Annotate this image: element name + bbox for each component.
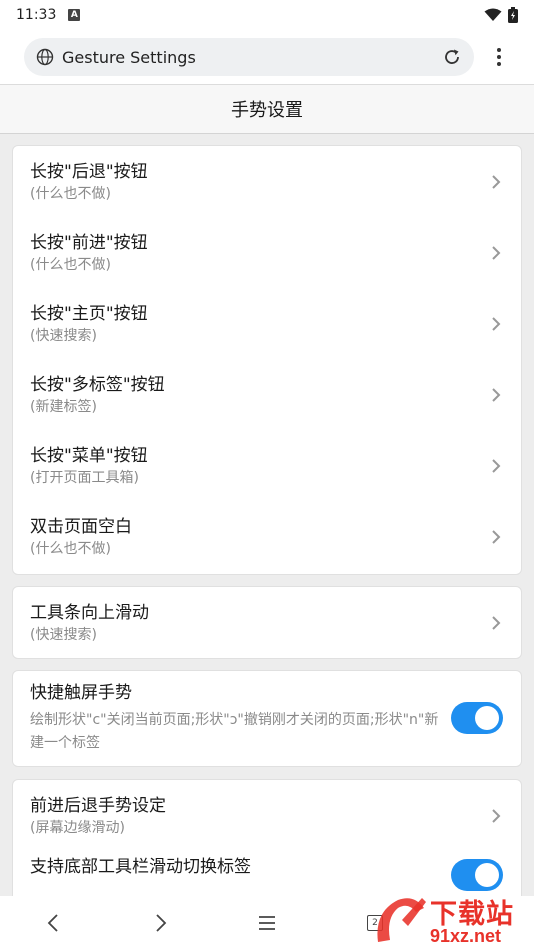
quick-gesture-card: 快捷触屏手势 绘制形状"c"关闭当前页面;形状"ɔ"撤销刚才关闭的页面;形状"n… bbox=[12, 670, 522, 767]
setting-label: 前进后退手势设定 bbox=[30, 795, 166, 816]
chevron-right-icon bbox=[156, 914, 167, 932]
url-bar[interactable]: Gesture Settings bbox=[24, 38, 474, 76]
svg-text:91: 91 bbox=[390, 922, 410, 942]
wifi-icon bbox=[484, 8, 502, 21]
setting-label: 快捷触屏手势 bbox=[30, 683, 132, 703]
address-area: Gesture Settings bbox=[0, 30, 534, 84]
setting-label: 长按"菜单"按钮 bbox=[30, 445, 148, 466]
toolbar-swipe-card: 工具条向上滑动 (快速搜索) bbox=[12, 586, 522, 659]
chevron-right-icon bbox=[492, 529, 501, 544]
status-bar: 11:33 A bbox=[0, 0, 534, 30]
setting-label: 长按"后退"按钮 bbox=[30, 161, 148, 182]
setting-label: 双击页面空白 bbox=[30, 516, 132, 537]
nav-back-button[interactable] bbox=[38, 908, 68, 938]
setting-quick-touch-gesture[interactable]: 快捷触屏手势 绘制形状"c"关闭当前页面;形状"ɔ"撤销刚才关闭的页面;形状"n… bbox=[13, 671, 521, 765]
page-url-title: Gesture Settings bbox=[62, 47, 196, 67]
watermark-text-bottom: 91xz.net bbox=[430, 926, 502, 946]
setting-label: 长按"前进"按钮 bbox=[30, 232, 148, 253]
chevron-left-icon bbox=[47, 914, 58, 932]
watermark-91-logo: 91 bbox=[377, 898, 426, 942]
setting-long-press-home[interactable]: 长按"主页"按钮 (快速搜索) bbox=[13, 288, 521, 359]
setting-long-press-menu[interactable]: 长按"菜单"按钮 (打开页面工具箱) bbox=[13, 430, 521, 501]
setting-value: (打开页面工具箱) bbox=[30, 469, 139, 486]
long-press-settings-card: 长按"后退"按钮 (什么也不做) 长按"前进"按钮 (什么也不做) 长按"主页"… bbox=[12, 145, 522, 575]
setting-double-tap-blank[interactable]: 双击页面空白 (什么也不做) bbox=[13, 501, 521, 572]
chevron-right-icon bbox=[492, 458, 501, 473]
setting-toolbar-swipe-up[interactable]: 工具条向上滑动 (快速搜索) bbox=[13, 587, 521, 658]
notification-a-icon: A bbox=[68, 9, 81, 21]
watermark-logo: 91 下载站 91xz.net bbox=[364, 890, 534, 950]
page-title: 手势设置 bbox=[231, 100, 303, 121]
chevron-right-icon bbox=[492, 615, 501, 630]
bottom-toolbar-swipe-toggle[interactable] bbox=[451, 859, 503, 891]
chevron-right-icon bbox=[492, 387, 501, 402]
setting-label: 长按"主页"按钮 bbox=[30, 303, 148, 324]
overflow-menu-icon[interactable] bbox=[487, 42, 511, 72]
setting-label: 支持底部工具栏滑动切换标签 bbox=[30, 857, 251, 877]
hamburger-icon bbox=[259, 916, 275, 930]
setting-label: 工具条向上滑动 bbox=[30, 602, 149, 623]
setting-forward-back-gesture[interactable]: 前进后退手势设定 (屏幕边缘滑动) bbox=[13, 780, 521, 851]
chevron-right-icon bbox=[492, 245, 501, 260]
chevron-right-icon bbox=[492, 808, 501, 823]
setting-long-press-back[interactable]: 长按"后退"按钮 (什么也不做) bbox=[13, 146, 521, 217]
setting-long-press-forward[interactable]: 长按"前进"按钮 (什么也不做) bbox=[13, 217, 521, 288]
chevron-right-icon bbox=[492, 174, 501, 189]
quick-gesture-toggle[interactable] bbox=[451, 702, 503, 734]
setting-label: 长按"多标签"按钮 bbox=[30, 374, 165, 395]
setting-value: (什么也不做) bbox=[30, 256, 111, 273]
reload-icon[interactable] bbox=[442, 47, 462, 67]
status-time: 11:33 bbox=[16, 7, 57, 23]
page-title-bar: 手势设置 bbox=[0, 84, 534, 134]
setting-value: (什么也不做) bbox=[30, 185, 111, 202]
globe-icon bbox=[36, 48, 54, 66]
setting-value: (快速搜索) bbox=[30, 327, 97, 344]
setting-long-press-tabs[interactable]: 长按"多标签"按钮 (新建标签) bbox=[13, 359, 521, 430]
battery-icon bbox=[508, 7, 518, 23]
chevron-right-icon bbox=[492, 316, 501, 331]
nav-menu-button[interactable] bbox=[252, 908, 282, 938]
setting-value: (快速搜索) bbox=[30, 626, 97, 643]
setting-description: 绘制形状"c"关闭当前页面;形状"ɔ"撤销刚才关闭的页面;形状"n"新建一个标签 bbox=[30, 712, 439, 751]
setting-value: (什么也不做) bbox=[30, 540, 111, 557]
setting-value: (新建标签) bbox=[30, 398, 97, 415]
setting-value: (屏幕边缘滑动) bbox=[30, 819, 125, 836]
nav-forward-button[interactable] bbox=[146, 908, 176, 938]
